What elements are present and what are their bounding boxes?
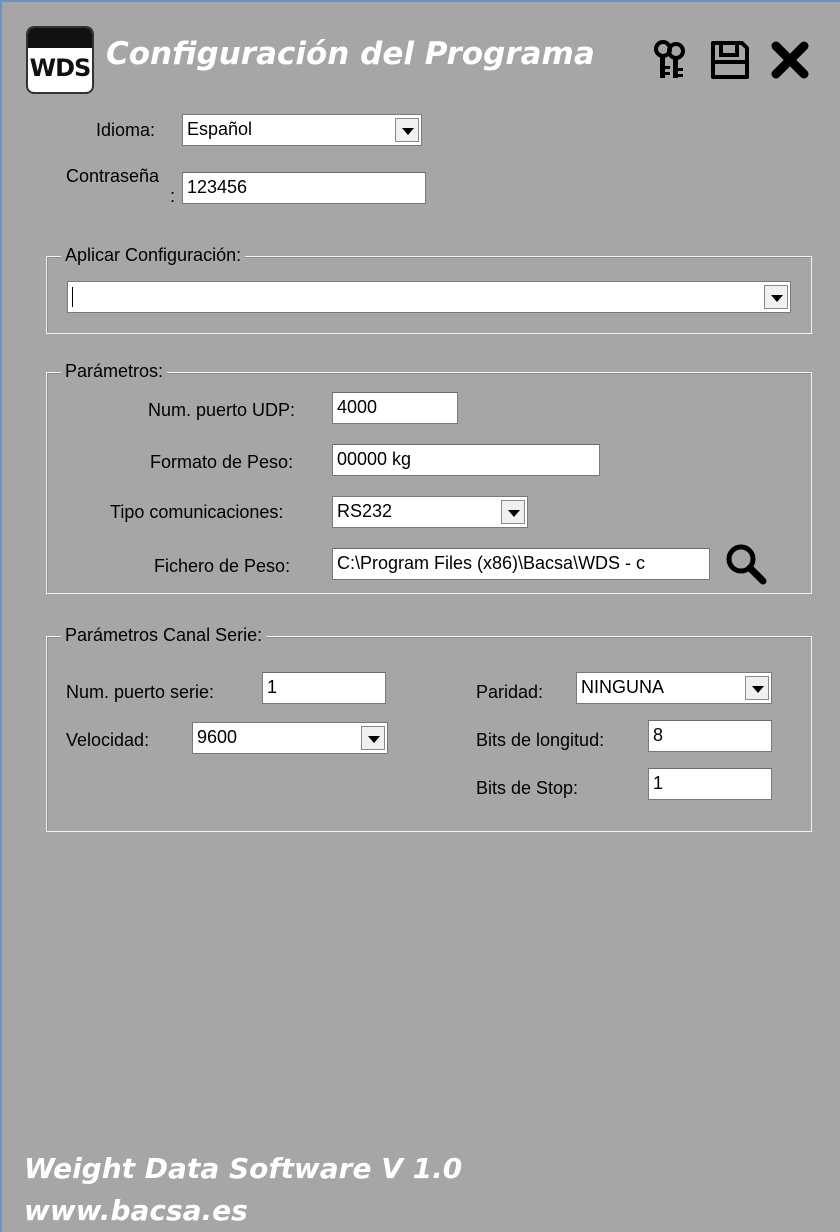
logo-text: WDS	[29, 54, 92, 82]
close-icon[interactable]	[768, 38, 812, 82]
parity-value: NINGUNA	[581, 677, 665, 697]
weight-format-label: Formato de Peso:	[150, 452, 294, 472]
chevron-down-icon[interactable]	[764, 285, 788, 309]
website-link: www.bacsa.es	[24, 1194, 248, 1227]
parameters-legend: Parámetros:	[61, 361, 168, 382]
comm-type-label: Tipo comunicaciones:	[110, 502, 284, 522]
udp-port-label: Num. puerto UDP:	[148, 400, 296, 420]
chevron-down-icon[interactable]	[501, 500, 525, 524]
product-name: Weight Data Software V 1.0	[24, 1152, 463, 1185]
udp-port-field[interactable]: 4000	[332, 392, 458, 424]
weight-format-field[interactable]: 00000 kg	[332, 444, 600, 476]
comm-type-select[interactable]: RS232	[332, 496, 528, 528]
password-field[interactable]: 123456	[182, 172, 426, 204]
language-select[interactable]: Español	[182, 114, 422, 146]
parity-label: Paridad:	[476, 682, 544, 702]
save-icon[interactable]	[708, 38, 752, 82]
length-bits-label: Bits de longitud:	[476, 730, 605, 750]
apply-config-select[interactable]	[67, 281, 791, 313]
weight-file-label: Fichero de Peso:	[154, 556, 291, 576]
language-value: Español	[187, 119, 253, 139]
password-colon: :	[170, 186, 176, 206]
speed-value: 9600	[197, 727, 238, 747]
keys-icon[interactable]	[648, 38, 692, 82]
length-bits-field[interactable]: 8	[648, 720, 772, 752]
chevron-down-icon[interactable]	[395, 118, 419, 142]
speed-select[interactable]: 9600	[192, 722, 388, 754]
chevron-down-icon[interactable]	[745, 676, 769, 700]
apply-config-group: Aplicar Configuración:	[46, 245, 812, 334]
comm-type-value: RS232	[337, 501, 393, 521]
text-caret	[72, 287, 73, 308]
language-label: Idioma:	[96, 120, 156, 140]
serial-port-field[interactable]: 1	[262, 672, 386, 704]
search-icon[interactable]	[722, 540, 770, 588]
config-window: WDS Configuración del Programa Idioma: E…	[0, 0, 840, 1232]
parity-select[interactable]: NINGUNA	[576, 672, 772, 704]
speed-label: Velocidad:	[66, 730, 150, 750]
window-title: Configuración del Programa	[106, 36, 595, 72]
apply-config-legend: Aplicar Configuración:	[61, 245, 246, 266]
chevron-down-icon[interactable]	[361, 726, 385, 750]
weight-file-field[interactable]: C:\Program Files (x86)\Bacsa\WDS - c	[332, 548, 710, 580]
serial-port-label: Num. puerto serie:	[66, 682, 215, 702]
stop-bits-field[interactable]: 1	[648, 768, 772, 800]
password-label: Contraseña	[66, 166, 160, 186]
stop-bits-label: Bits de Stop:	[476, 778, 579, 798]
wds-logo: WDS	[26, 26, 94, 94]
serial-legend: Parámetros Canal Serie:	[61, 625, 267, 646]
